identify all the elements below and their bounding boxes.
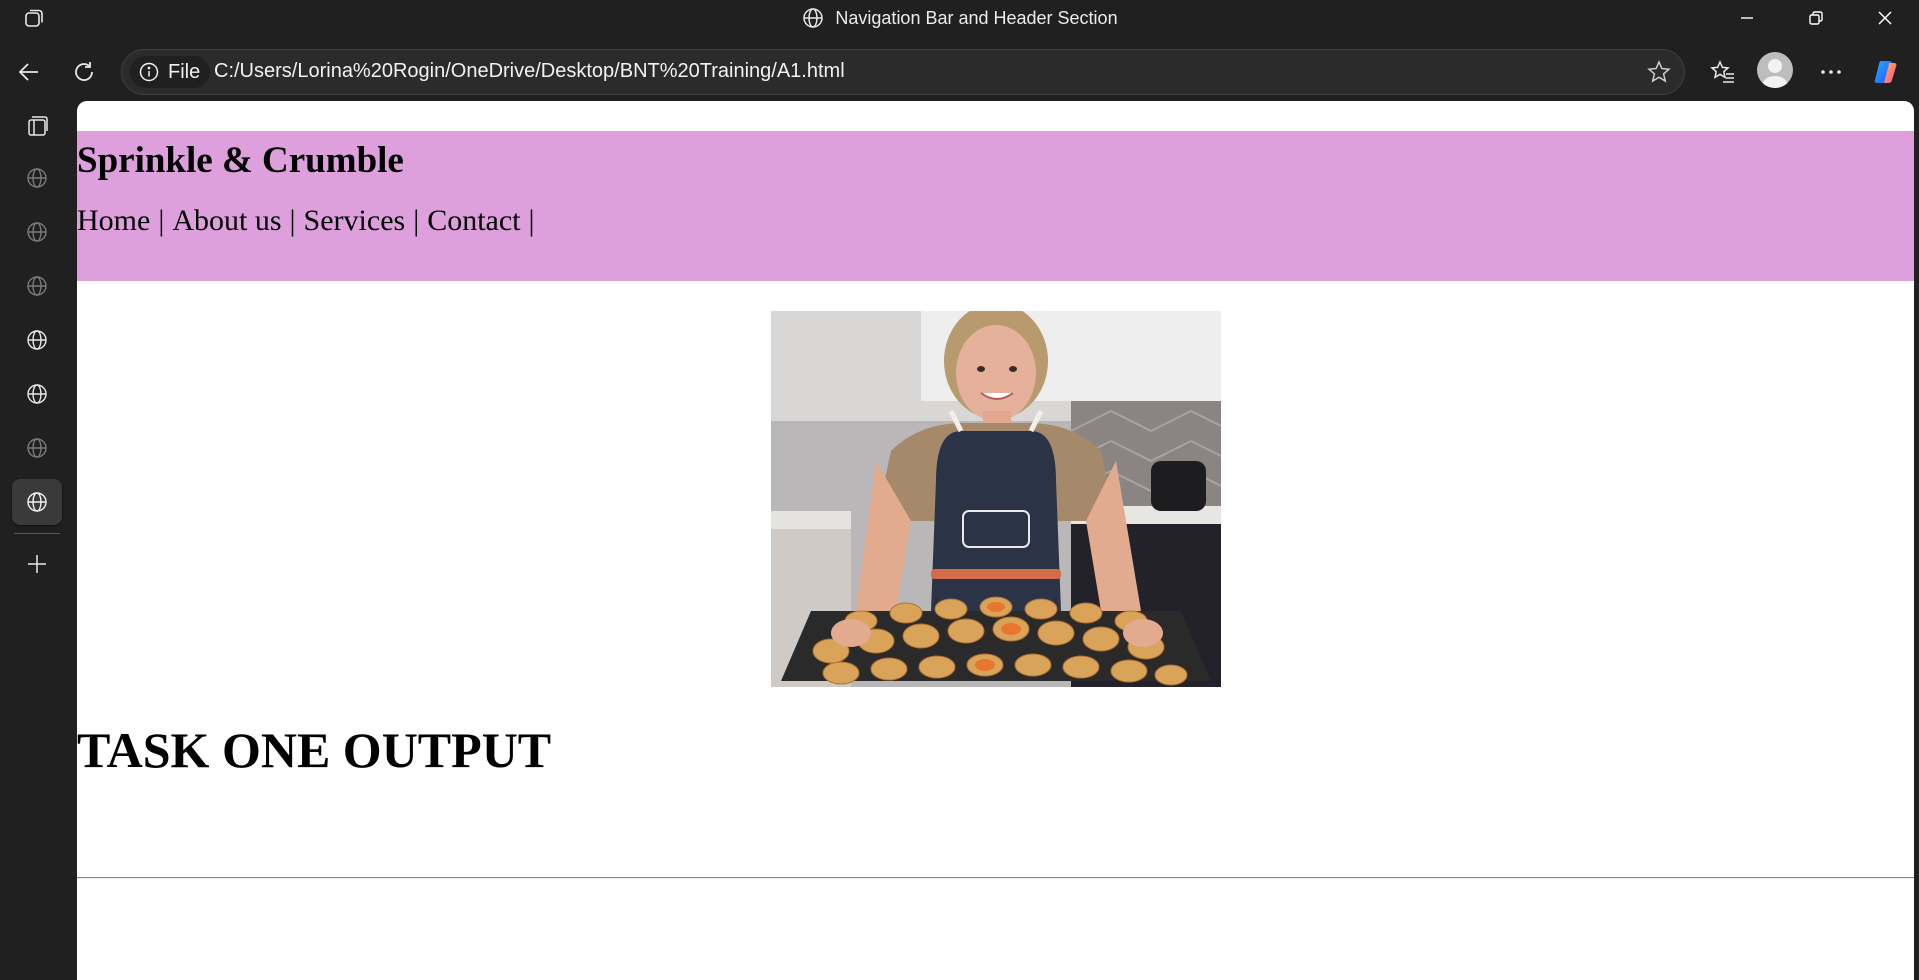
vertical-tabs-sidebar xyxy=(0,108,76,980)
more-options-button[interactable] xyxy=(1811,54,1851,90)
add-icon xyxy=(28,555,46,573)
refresh-icon xyxy=(75,62,93,81)
vertical-tab[interactable] xyxy=(12,155,62,201)
workspaces-icon[interactable] xyxy=(22,6,46,30)
url-text[interactable]: C:/Users/Lorina%20Rogin/OneDrive/Desktop… xyxy=(214,60,845,83)
favorites-icon xyxy=(1710,60,1734,83)
back-button[interactable] xyxy=(9,54,49,90)
nav-link-contact[interactable]: Contact xyxy=(427,204,520,237)
nav-link-about[interactable]: About us xyxy=(172,204,281,237)
close-icon xyxy=(1878,11,1892,25)
window-title-group: Navigation Bar and Header Section xyxy=(0,0,1919,36)
restore-button[interactable] xyxy=(1789,0,1843,36)
scheme-label: File xyxy=(168,60,201,83)
minimize-button[interactable] xyxy=(1720,0,1774,36)
nav-separator: | xyxy=(289,204,296,237)
close-button[interactable] xyxy=(1858,0,1912,36)
horizontal-rule xyxy=(77,877,1914,879)
sidebar-divider xyxy=(14,533,60,534)
info-icon xyxy=(139,62,159,82)
restore-icon xyxy=(1809,11,1823,25)
tab-actions-icon xyxy=(28,116,48,136)
site-brand: Sprinkle & Crumble xyxy=(77,140,404,181)
vertical-tab[interactable] xyxy=(12,425,62,471)
globe-icon xyxy=(27,384,47,404)
globe-icon xyxy=(27,330,47,350)
title-bar: Navigation Bar and Header Section xyxy=(0,0,1919,36)
new-tab-button[interactable] xyxy=(12,541,62,587)
page-viewport: Sprinkle & Crumble Home | About us | Service… xyxy=(77,101,1914,980)
nav-link-services[interactable]: Services xyxy=(304,204,406,237)
vertical-tab[interactable] xyxy=(12,317,62,363)
address-bar[interactable]: File C:/Users/Lorina%20Rogin/OneDrive/De… xyxy=(121,49,1685,95)
nav-separator: | xyxy=(158,204,165,237)
nav-link-home[interactable]: Home xyxy=(77,204,150,237)
vertical-tab[interactable] xyxy=(12,263,62,309)
vertical-tab-active[interactable] xyxy=(12,479,62,525)
copilot-button[interactable] xyxy=(1866,54,1906,90)
globe-icon xyxy=(27,168,47,188)
copilot-icon xyxy=(1874,61,1897,83)
globe-icon xyxy=(803,8,824,28)
refresh-button[interactable] xyxy=(64,54,104,90)
site-nav: Home | About us | Services | Contact | xyxy=(77,204,543,238)
more-icon xyxy=(1821,70,1841,74)
page-heading: TASK ONE OUTPUT xyxy=(77,722,552,778)
baker-with-cookies-image xyxy=(771,311,1221,687)
globe-icon xyxy=(27,276,47,296)
tab-actions-button[interactable] xyxy=(12,104,62,150)
profile-icon xyxy=(1762,59,1788,88)
site-header: Sprinkle & Crumble Home | About us | Service… xyxy=(77,131,1914,281)
hero-photo xyxy=(771,311,1221,687)
vertical-tab[interactable] xyxy=(12,371,62,417)
globe-icon xyxy=(27,438,47,458)
favorites-button[interactable] xyxy=(1703,54,1743,90)
browser-toolbar: File C:/Users/Lorina%20Rogin/OneDrive/De… xyxy=(0,36,1919,108)
site-info-button[interactable]: File xyxy=(130,56,211,88)
back-icon xyxy=(18,63,38,81)
globe-icon xyxy=(27,222,47,242)
nav-separator: | xyxy=(528,204,535,237)
globe-icon xyxy=(27,492,47,512)
profile-avatar[interactable] xyxy=(1757,52,1793,88)
vertical-tab[interactable] xyxy=(12,209,62,255)
minimize-icon xyxy=(1741,17,1753,19)
window-title: Navigation Bar and Header Section xyxy=(835,7,1118,28)
nav-separator: | xyxy=(413,204,420,237)
favorite-star-icon[interactable] xyxy=(1646,59,1672,85)
